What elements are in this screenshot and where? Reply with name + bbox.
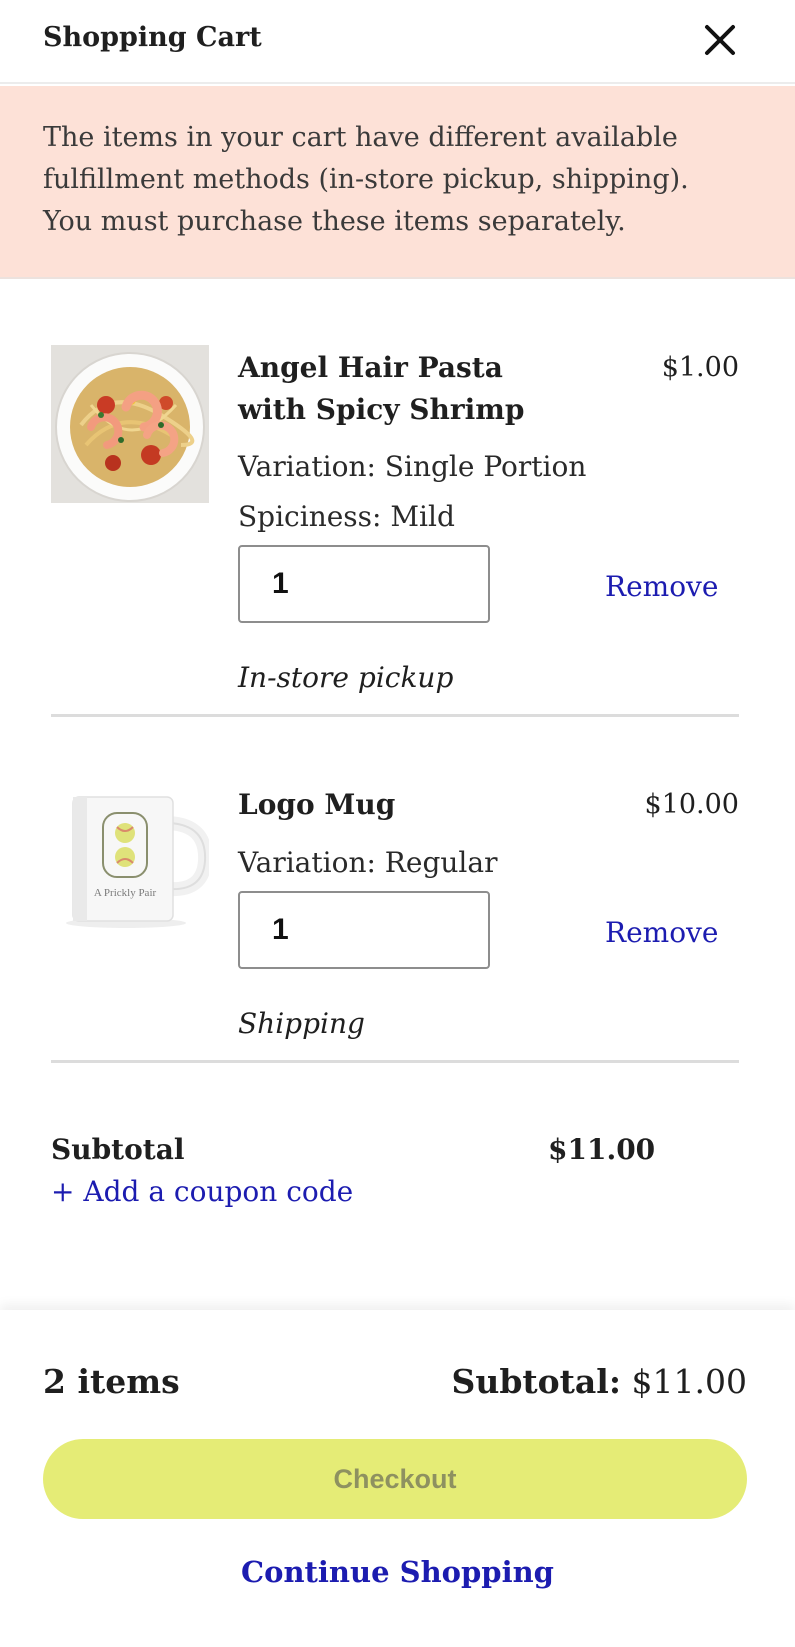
item-price: $10.00 — [644, 789, 739, 820]
footer-subtotal: Subtotal: $11.00 — [452, 1362, 747, 1401]
item-variation: Variation: Single Portion — [238, 450, 587, 483]
mug-logo-text: A Prickly Pair — [94, 887, 157, 899]
checkout-button[interactable]: Checkout — [43, 1439, 747, 1519]
item-variation: Variation: Regular — [238, 846, 498, 879]
item-divider — [51, 1060, 739, 1063]
item-name-line-1: Angel Hair Pasta — [238, 351, 503, 384]
close-button[interactable] — [700, 20, 740, 60]
continue-shopping-link[interactable]: Continue Shopping — [0, 1555, 795, 1589]
close-icon[interactable] — [700, 20, 740, 60]
item-divider — [51, 714, 739, 717]
item-name-line-2: with Spicy Shrimp — [238, 393, 525, 426]
quantity-input[interactable] — [238, 545, 490, 623]
add-coupon-link[interactable]: + Add a coupon code — [51, 1175, 353, 1208]
item-spiciness: Spiciness: Mild — [238, 500, 455, 533]
fulfillment-method: In-store pickup — [238, 661, 454, 694]
item-name: Logo Mug — [238, 788, 396, 821]
item-price: $1.00 — [661, 352, 739, 383]
remove-item-button[interactable]: Remove — [605, 570, 718, 603]
quantity-input[interactable] — [238, 891, 490, 969]
cart-footer: 2 items Subtotal: $11.00 Checkout Contin… — [0, 1310, 795, 1647]
item-count: 2 items — [43, 1362, 180, 1401]
warning-text: The items in your cart have different av… — [43, 122, 689, 237]
mug-image: A Prickly Pair — [51, 783, 209, 941]
fulfillment-warning-banner: The items in your cart have different av… — [0, 86, 795, 279]
remove-item-button[interactable]: Remove — [605, 916, 718, 949]
subtotal-label: Subtotal — [51, 1133, 185, 1166]
fulfillment-method: Shipping — [238, 1007, 365, 1040]
footer-subtotal-label: Subtotal: — [451, 1362, 622, 1401]
subtotal-value: $11.00 — [548, 1133, 656, 1166]
page-title: Shopping Cart — [43, 22, 262, 53]
cart-header: Shopping Cart — [0, 0, 795, 84]
pasta-image — [51, 345, 209, 503]
footer-subtotal-value: $11.00 — [621, 1362, 747, 1401]
